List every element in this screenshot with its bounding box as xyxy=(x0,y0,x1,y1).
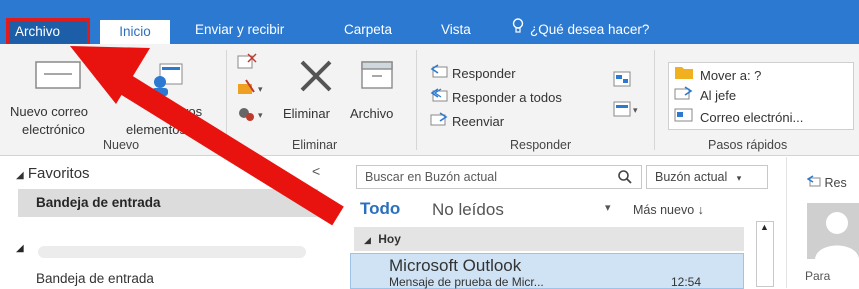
group-label-eliminar: Eliminar xyxy=(292,138,338,152)
to-manager-label: Al jefe xyxy=(700,88,737,103)
folder-item-inbox-favorite[interactable]: Bandeja de entrada xyxy=(18,189,318,217)
account-name-redacted xyxy=(38,246,306,258)
tell-me-label: ¿Qué desea hacer? xyxy=(530,22,650,37)
favorites-header[interactable]: ◢ Favoritos xyxy=(16,165,90,182)
quick-step-to-manager[interactable]: Al jefe xyxy=(674,86,736,106)
reply-all-label: Responder a todos xyxy=(452,90,562,105)
tell-me-search[interactable]: ¿Qué desea hacer? xyxy=(512,16,649,44)
archive-button[interactable]: Archivo xyxy=(350,106,393,121)
message-time: 12:54 xyxy=(671,275,702,289)
tab-carpeta[interactable]: Carpeta xyxy=(344,16,392,44)
account-header[interactable]: ◢ xyxy=(16,243,306,261)
new-email-button-line2[interactable]: electrónico xyxy=(22,122,85,137)
delete-button[interactable]: Eliminar xyxy=(283,106,330,121)
search-scope-dropdown[interactable]: Buzón actual ▾ xyxy=(646,165,768,189)
more-respond-icon[interactable]: ▾ xyxy=(612,100,642,121)
junk-icon[interactable]: ▾ xyxy=(236,104,266,127)
new-items-button[interactable]: Nuevos xyxy=(158,104,202,119)
search-placeholder: Buscar en Buzón actual xyxy=(365,170,498,184)
collapse-triangle-icon: ◢ xyxy=(16,243,24,254)
lightbulb-icon xyxy=(512,16,526,44)
group-label-nuevo: Nuevo xyxy=(103,138,140,152)
collapse-triangle-icon: ◢ xyxy=(16,170,24,181)
title-bar-strip xyxy=(0,0,859,8)
chevron-down-icon: ▾ xyxy=(736,173,742,183)
reading-pane: Res Para xyxy=(786,157,859,288)
tab-inicio[interactable]: Inicio xyxy=(100,20,170,44)
message-subject: Mensaje de prueba de Micr... xyxy=(389,275,544,289)
ignore-icon[interactable] xyxy=(236,52,258,75)
search-icon[interactable] xyxy=(617,169,633,192)
svg-text:▾: ▾ xyxy=(258,111,263,121)
filter-unread[interactable]: No leídos xyxy=(432,200,504,220)
group-divider xyxy=(654,50,655,150)
forward-button[interactable]: Reenviar xyxy=(430,112,504,132)
reply-all-button[interactable]: Responder a todos xyxy=(430,88,562,108)
delete-icon xyxy=(298,58,334,97)
svg-text:▾: ▾ xyxy=(258,85,263,95)
ribbon-tab-bar: Archivo Inicio Enviar y recibir Carpeta … xyxy=(0,8,859,46)
cleanup-icon[interactable]: ▾ xyxy=(236,78,266,101)
message-row[interactable]: Microsoft Outlook Mensaje de prueba de M… xyxy=(350,253,744,289)
new-items-button-line2[interactable]: elementos ▾ xyxy=(126,122,194,137)
move-to-label: Mover a: ? xyxy=(700,68,762,83)
scrollbar[interactable]: ▲ xyxy=(756,221,774,287)
message-list: Buscar en Buzón actual Buzón actual ▾ To… xyxy=(346,157,782,289)
tab-archivo[interactable]: Archivo xyxy=(6,18,90,46)
new-email-label-1: Nuevo correo xyxy=(10,104,89,119)
quick-step-move-to[interactable]: Mover a: ? xyxy=(674,64,761,84)
chevron-down-icon[interactable]: ▾ xyxy=(605,201,611,214)
scroll-up-icon[interactable]: ▲ xyxy=(760,222,769,232)
tab-vista[interactable]: Vista xyxy=(441,16,471,44)
collapse-pane-button[interactable]: < xyxy=(312,163,320,179)
folder-pane: ◢ Favoritos < Bandeja de entrada ◢ Bande… xyxy=(0,157,336,288)
quick-step-team-email[interactable]: Correo electróni... xyxy=(674,108,803,128)
ribbon: Nuevo correo electrónico Nuevos elemento… xyxy=(0,44,859,156)
svg-text:▾: ▾ xyxy=(633,106,638,116)
meeting-reply-icon[interactable] xyxy=(612,70,632,91)
tab-enviar-recibir[interactable]: Enviar y recibir xyxy=(195,16,284,44)
favorites-label: Favoritos xyxy=(27,165,90,182)
folder-icon xyxy=(674,64,700,86)
chevron-down-icon: ▾ xyxy=(189,126,195,136)
collapse-triangle-icon: ◢ xyxy=(364,235,371,245)
avatar xyxy=(807,203,859,259)
group-label-pasos-rapidos: Pasos rápidos xyxy=(708,138,788,152)
new-items-icon xyxy=(146,62,186,101)
forward-icon xyxy=(430,112,452,132)
reply-label: Responder xyxy=(452,66,516,81)
group-divider xyxy=(226,50,227,150)
group-divider xyxy=(416,50,417,150)
search-input[interactable]: Buscar en Buzón actual xyxy=(356,165,642,189)
team-email-label: Correo electróni... xyxy=(700,110,804,125)
new-items-label-2: elementos xyxy=(126,122,186,137)
reply-all-icon xyxy=(430,88,452,108)
new-email-button[interactable]: Nuevo correo xyxy=(10,104,88,119)
reply-icon xyxy=(430,64,452,84)
archive-icon xyxy=(360,60,394,93)
reading-pane-reply-button[interactable]: Res xyxy=(806,175,847,190)
search-scope-value: Buzón actual xyxy=(655,170,728,184)
reply-icon xyxy=(806,175,824,190)
to-label: Para xyxy=(805,269,831,283)
message-sender: Microsoft Outlook xyxy=(389,256,522,275)
group-label-responder: Responder xyxy=(510,138,572,152)
new-email-icon xyxy=(34,58,82,93)
group-header-today[interactable]: ◢ Hoy xyxy=(354,227,744,251)
new-items-label-1: Nuevos xyxy=(158,104,203,119)
reply-button[interactable]: Responder xyxy=(430,64,516,84)
forward-label: Reenviar xyxy=(452,114,505,129)
reading-pane-reply-label: Res xyxy=(824,176,847,190)
filter-all[interactable]: Todo xyxy=(360,199,400,219)
forward-mail-icon xyxy=(674,86,700,106)
folder-item-inbox[interactable]: Bandeja de entrada xyxy=(36,271,154,286)
email-icon xyxy=(674,108,700,128)
group-today-label: Hoy xyxy=(378,232,401,246)
sort-dropdown[interactable]: Más nuevo ↓ xyxy=(633,203,704,217)
new-email-label-2: electrónico xyxy=(22,122,85,137)
